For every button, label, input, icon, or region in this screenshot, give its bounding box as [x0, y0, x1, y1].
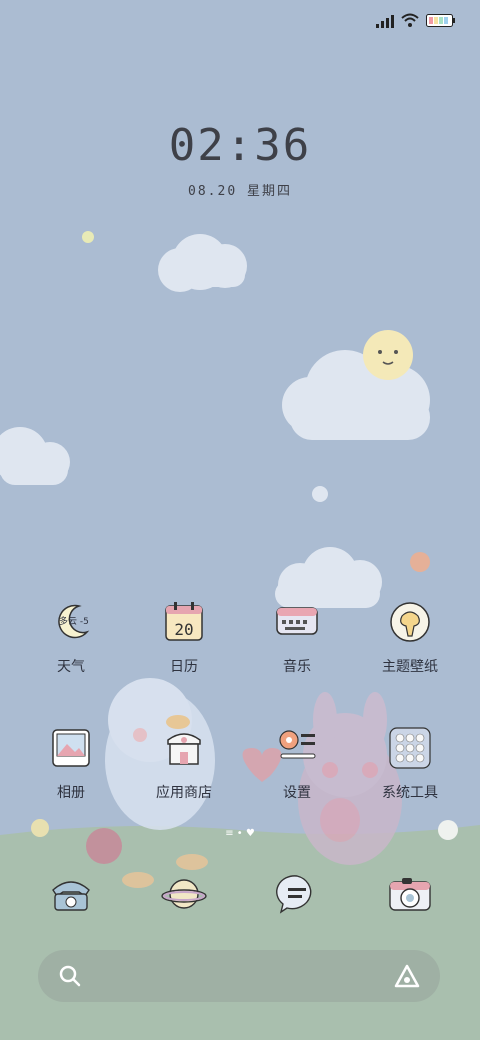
sun-icon — [363, 330, 413, 380]
app-store[interactable]: 应用商店 — [136, 726, 232, 826]
shop-icon — [167, 733, 201, 765]
app-label: 应用商店 — [156, 785, 212, 801]
dock-browser[interactable] — [160, 870, 208, 918]
phone-icon — [52, 881, 90, 911]
search-icon — [59, 965, 81, 987]
app-theme-wallpaper[interactable]: 主题壁纸 — [362, 600, 458, 700]
gear-icon — [279, 730, 316, 759]
chat-bubble-icon — [276, 875, 312, 914]
wifi-icon — [401, 13, 419, 27]
status-bar — [0, 0, 480, 44]
app-music[interactable]: 音乐 — [249, 600, 345, 700]
app-label: 系统工具 — [382, 785, 438, 801]
planet-icon — [161, 879, 207, 909]
image-icon — [52, 729, 90, 767]
calendar-icon: 20 — [165, 602, 203, 641]
clock-time[interactable]: 02:36 — [0, 120, 480, 171]
app-system-tools[interactable]: 系统工具 — [362, 726, 458, 826]
app-gallery[interactable]: 相册 — [23, 726, 119, 826]
page-indicator[interactable]: ≡ • ♥ — [216, 828, 264, 842]
search-bar[interactable] — [38, 950, 440, 1002]
battery-icon — [426, 14, 455, 27]
app-label: 主题壁纸 — [382, 659, 438, 675]
signal-icon — [376, 15, 394, 28]
app-label: 音乐 — [283, 659, 311, 675]
app-label: 天气 — [57, 659, 85, 675]
app-label: 日历 — [170, 659, 198, 675]
app-weather[interactable]: 多云 -5 天气 — [23, 600, 119, 700]
app-label: 相册 — [57, 785, 85, 801]
camera-icon — [389, 878, 431, 911]
keyboard-icon — [276, 607, 318, 635]
dock-messages[interactable] — [273, 870, 321, 918]
app-calendar[interactable]: 20 日历 — [136, 600, 232, 700]
folder-icon — [389, 727, 431, 769]
calendar-day: 20 — [174, 620, 193, 639]
weather-condition: 多云 -5 — [59, 617, 89, 627]
app-settings[interactable]: 设置 — [249, 726, 345, 826]
dock-camera[interactable] — [386, 870, 434, 918]
clock-date: 08.20 星期四 — [188, 184, 292, 199]
assistant-icon[interactable] — [394, 963, 420, 989]
dock-phone[interactable] — [47, 870, 95, 918]
app-label: 设置 — [283, 785, 311, 801]
brush-icon — [390, 602, 430, 642]
